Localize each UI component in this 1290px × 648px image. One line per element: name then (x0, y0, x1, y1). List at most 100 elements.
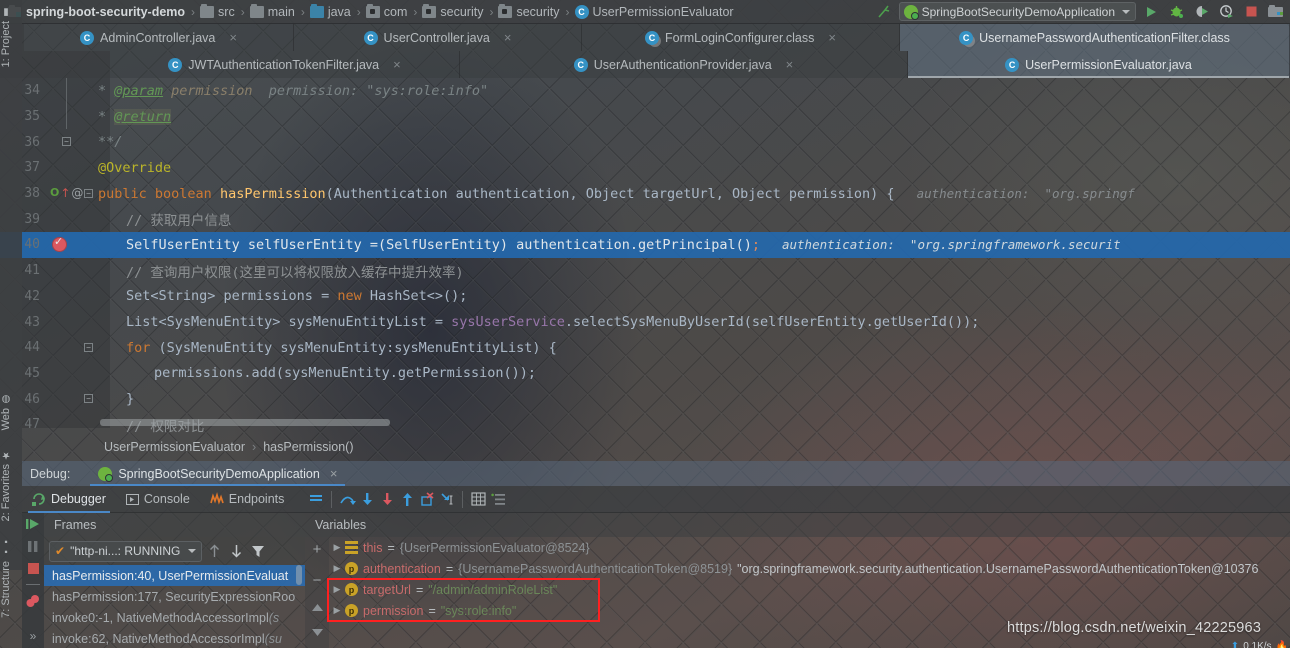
force-step-into-icon[interactable] (377, 489, 397, 509)
stop-icon[interactable] (27, 562, 40, 575)
close-icon[interactable]: × (828, 30, 836, 45)
sidebar-item-favorites[interactable]: 2: Favorites ★ (0, 445, 12, 525)
run-coverage-button[interactable] (1191, 2, 1211, 22)
frame-item[interactable]: hasPermission:40, UserPermissionEvaluat (44, 565, 305, 586)
expand-arrow-icon[interactable]: ▶ (329, 605, 345, 616)
gutter-marker-area[interactable] (46, 232, 90, 258)
gutter-marker-area[interactable]: − (46, 129, 90, 155)
close-icon[interactable]: × (786, 57, 794, 72)
gutter-marker-area[interactable] (46, 155, 90, 181)
variable-row[interactable]: ▶ p targetUrl = "/admin/adminRoleList" (329, 579, 1290, 600)
sidebar-item-structure[interactable]: 7: Structure ▪▪ (0, 533, 12, 622)
tab-debugger[interactable]: Debugger (22, 486, 116, 513)
close-icon[interactable]: × (330, 466, 338, 481)
breadcrumb-class[interactable]: UserPermissionEvaluator (104, 440, 245, 454)
down-icon[interactable] (311, 627, 324, 637)
gutter-marker-area[interactable] (46, 206, 90, 232)
breadcrumb-item-class[interactable]: C UserPermissionEvaluator (574, 4, 734, 19)
implementing-method-marker[interactable]: O ↑ @ (50, 186, 83, 200)
filter-icon[interactable] (248, 541, 268, 561)
sidebar-item-project[interactable]: 1: Project ▮ (0, 2, 12, 71)
frame-item[interactable]: invoke:62, NativeMethodAccessorImpl (su (44, 628, 305, 648)
gutter-marker-area[interactable] (46, 103, 90, 130)
gutter-marker-area[interactable]: − (46, 386, 93, 412)
sidebar-item-web[interactable]: Web ◍ (0, 389, 12, 434)
thread-selector[interactable]: ✔ "http-ni...: RUNNING (49, 540, 203, 562)
run-button[interactable] (1141, 2, 1161, 22)
gutter-marker-area[interactable]: O ↑ @ − (46, 181, 93, 207)
tab-admincontroller[interactable]: C AdminController.java × (24, 24, 294, 51)
gutter-marker-area[interactable] (46, 258, 90, 284)
gutter-marker-area[interactable] (46, 361, 90, 387)
profiler-button[interactable] (1216, 2, 1236, 22)
gutter-marker-area[interactable] (46, 309, 90, 335)
breakpoint-verified-icon[interactable] (52, 235, 67, 253)
view-breakpoints-icon[interactable] (25, 594, 41, 608)
breadcrumb-item-security-1[interactable]: security (422, 3, 483, 19)
stop-button[interactable] (1241, 2, 1261, 22)
variable-row[interactable]: ▶ p permission = "sys:role:info" (329, 600, 1290, 621)
breadcrumb-separator: › (191, 4, 196, 19)
frames-scrollbar[interactable] (296, 565, 302, 585)
tab-userpermissionevaluator[interactable]: C UserPermissionEvaluator.java (908, 51, 1290, 78)
down-arrow-icon[interactable] (226, 541, 246, 561)
fold-collapse-icon[interactable]: − (62, 137, 71, 147)
variable-row[interactable]: ▶ p authentication = {UsernamePasswordAu… (329, 558, 1290, 579)
breadcrumb-item-module[interactable]: spring-boot-security-demo (8, 5, 185, 19)
fold-collapse-icon[interactable]: − (84, 394, 93, 404)
frames-list[interactable]: hasPermission:40, UserPermissionEvaluat … (44, 565, 305, 648)
close-icon[interactable]: × (229, 30, 237, 45)
expand-arrow-icon[interactable]: ▶ (329, 563, 345, 574)
breadcrumb-item-main[interactable]: main (249, 3, 295, 19)
breadcrumb-item-com[interactable]: com (365, 3, 407, 19)
tab-label: UserController.java (383, 30, 490, 45)
expand-arrow-icon[interactable]: ▶ (329, 542, 345, 553)
frame-item[interactable]: invoke0:-1, NativeMethodAccessorImpl (s (44, 607, 305, 628)
settings-icon[interactable] (488, 489, 508, 509)
show-execution-point-icon[interactable] (306, 489, 326, 509)
add-icon[interactable]: + (313, 541, 322, 558)
expand-arrow-icon[interactable]: ▶ (329, 584, 345, 595)
run-configuration-selector[interactable]: SpringBootSecurityDemoApplication (898, 2, 1136, 21)
debug-button[interactable] (1166, 2, 1186, 22)
code-editor[interactable]: 34 * @param permission permission: "sys:… (0, 78, 1290, 435)
gutter-marker-area[interactable] (46, 412, 90, 438)
variable-row[interactable]: ▶ this = {UserPermissionEvaluator@8524} (329, 537, 1290, 558)
editor-horizontal-scrollbar[interactable] (100, 419, 390, 426)
breadcrumb-method[interactable]: hasPermission() (263, 440, 353, 454)
drop-frame-icon[interactable] (417, 489, 437, 509)
up-icon[interactable] (311, 603, 324, 613)
close-icon[interactable]: × (393, 57, 401, 72)
frame-item[interactable]: hasPermission:177, SecurityExpressionRoo (44, 586, 305, 607)
breadcrumb-item-java[interactable]: java (309, 3, 351, 19)
evaluate-expression-icon[interactable] (468, 489, 488, 509)
tab-usercontroller[interactable]: C UserController.java × (294, 24, 582, 51)
step-into-icon[interactable] (357, 489, 377, 509)
gutter-marker-area[interactable] (46, 284, 90, 310)
tab-formloginconfigurer[interactable]: C FormLoginConfigurer.class × (582, 24, 900, 51)
up-arrow-icon[interactable] (204, 541, 224, 561)
step-out-icon[interactable] (397, 489, 417, 509)
close-icon[interactable]: × (504, 30, 512, 45)
debug-session-tab[interactable]: SpringBootSecurityDemoApplication × (90, 461, 346, 486)
tab-jwtauthenticationtokenfilter[interactable]: C JWTAuthenticationTokenFilter.java × (110, 51, 460, 78)
tab-endpoints[interactable]: Endpoints (200, 486, 295, 513)
tab-userauthenticationprovider[interactable]: C UserAuthenticationProvider.java × (460, 51, 908, 78)
gutter-marker-area[interactable]: − (46, 335, 93, 361)
project-structure-button[interactable] (1266, 2, 1286, 22)
run-to-cursor-icon[interactable] (437, 489, 457, 509)
remove-icon[interactable]: − (313, 572, 322, 589)
breadcrumb-item-src[interactable]: src (200, 3, 235, 19)
breadcrumb-label: main (267, 4, 295, 19)
step-over-icon[interactable] (337, 489, 357, 509)
resume-program-icon[interactable] (25, 517, 41, 531)
more-icon[interactable]: » (30, 629, 37, 643)
tab-usernamepasswordauthenticationfilter[interactable]: C UsernamePasswordAuthenticationFilter.c… (900, 24, 1290, 51)
breadcrumb-item-security-2[interactable]: security (498, 3, 560, 19)
search-icon[interactable] (874, 2, 894, 22)
fold-collapse-icon[interactable]: − (84, 188, 93, 198)
gutter-marker-area[interactable] (46, 78, 90, 104)
pause-program-icon[interactable] (26, 540, 40, 553)
fold-collapse-icon[interactable]: − (84, 342, 93, 352)
tab-console[interactable]: Console (116, 486, 200, 513)
